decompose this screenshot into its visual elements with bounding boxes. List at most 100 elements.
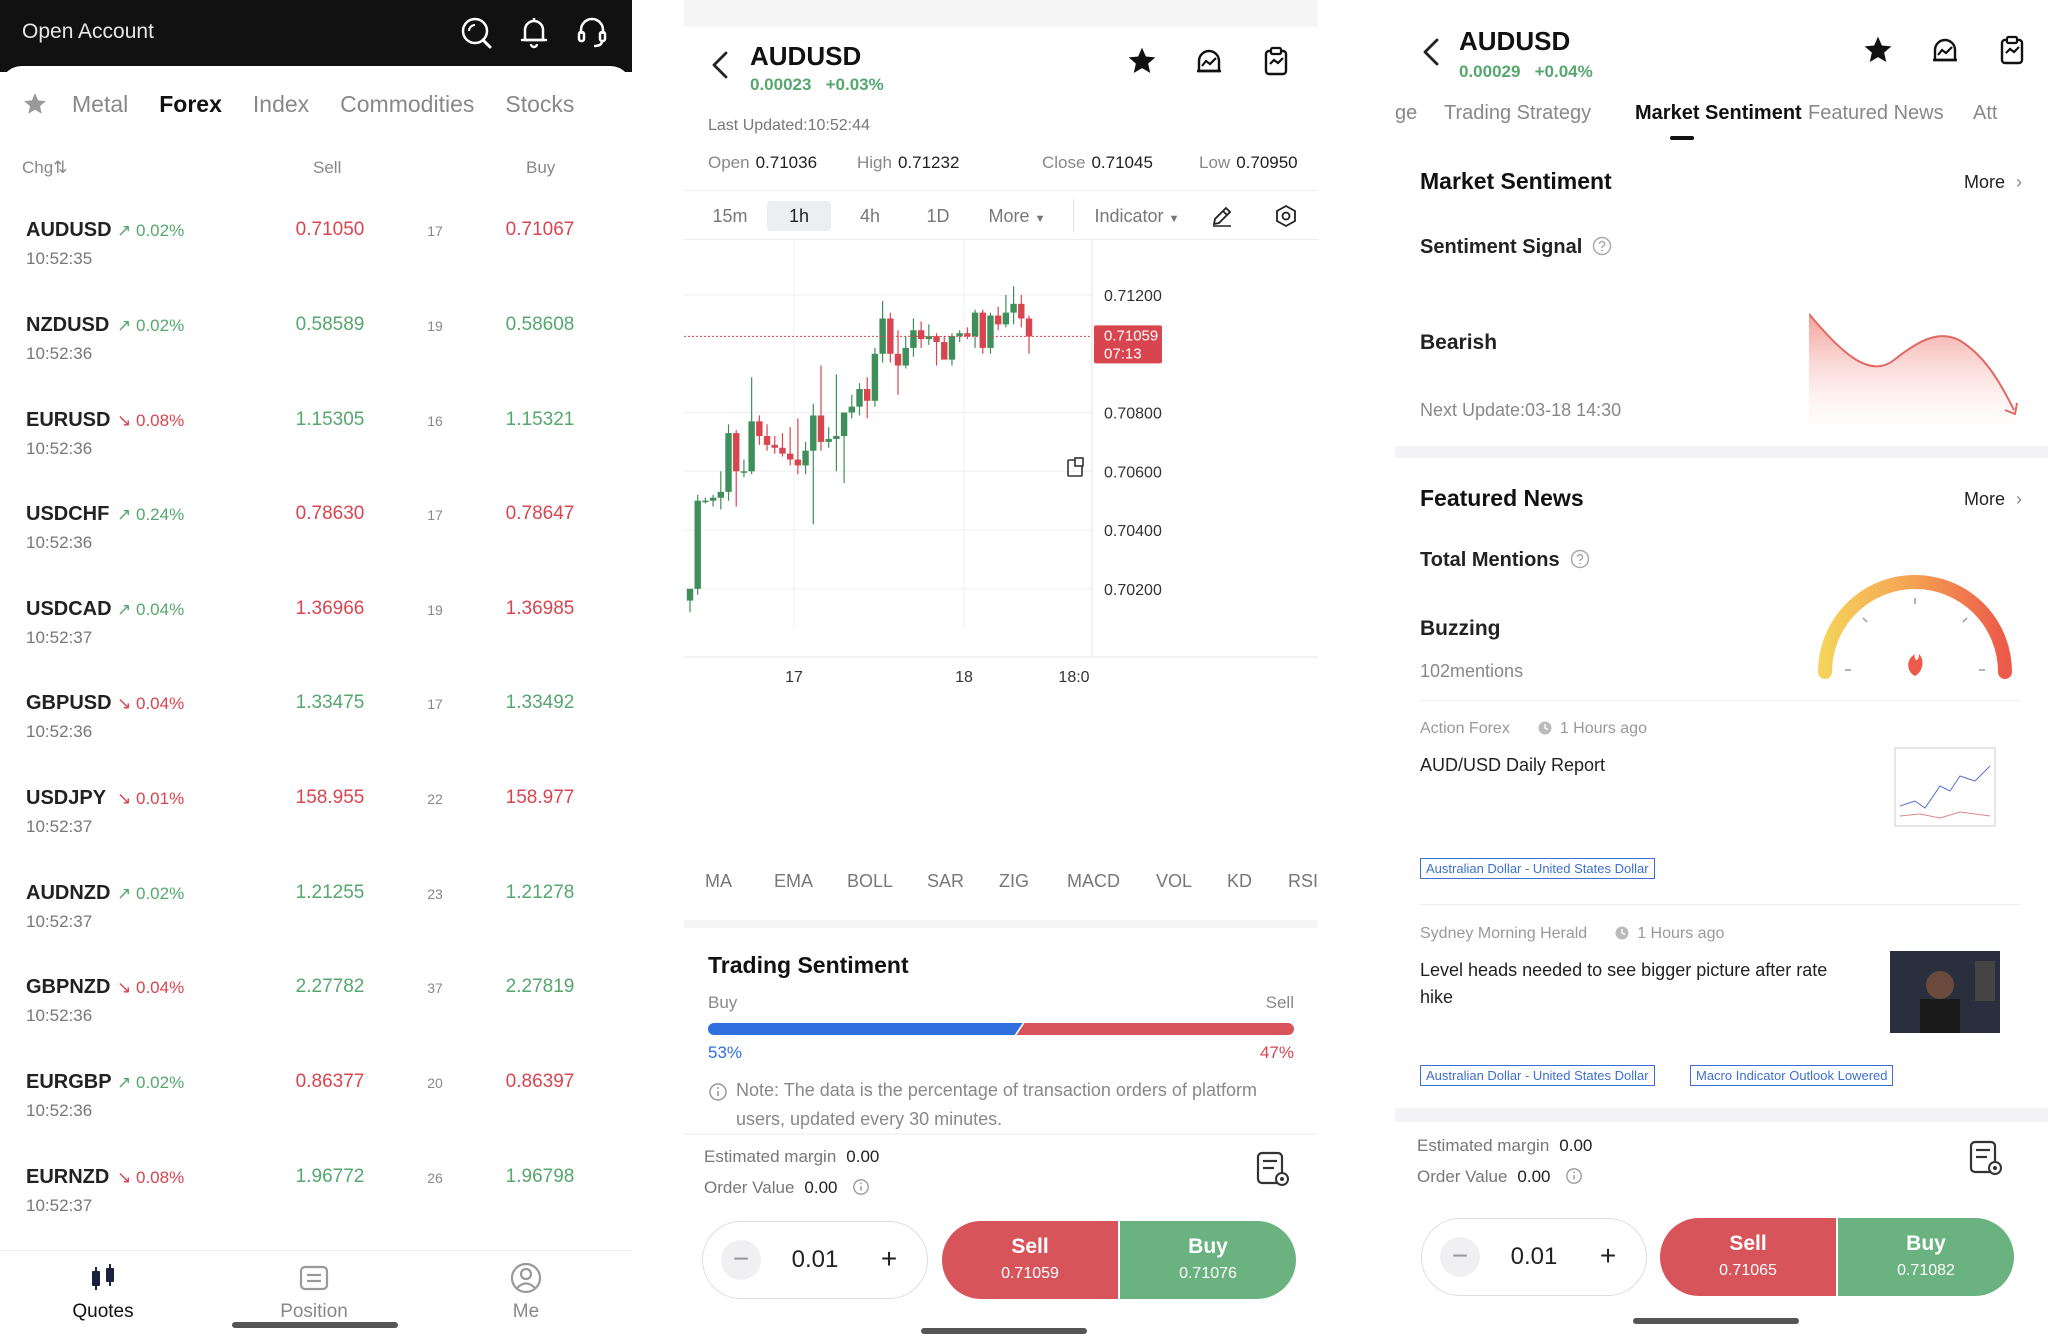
tab-partial-right[interactable]: Att: [1973, 102, 1997, 125]
indicator-boll[interactable]: BOLL: [847, 871, 893, 892]
sell-price[interactable]: 1.33475: [270, 692, 390, 714]
quote-row[interactable]: USDCHF ↗ 0.24% 10:52:36 0.78630 17 0.78647: [0, 489, 632, 584]
headset-icon[interactable]: [574, 14, 610, 50]
tab-partial-left[interactable]: ge: [1395, 102, 1417, 125]
buy-price[interactable]: 1.21278: [480, 882, 600, 904]
tab-trading-strategy[interactable]: Trading Strategy: [1444, 102, 1591, 125]
settings-hexagon-icon[interactable]: [1274, 204, 1298, 228]
sell-price[interactable]: 1.36966: [270, 598, 390, 620]
help-icon[interactable]: [1592, 236, 1612, 256]
buy-price[interactable]: 0.78647: [480, 503, 600, 525]
quote-row[interactable]: EURUSD ↘ 0.08% 10:52:36 1.15305 16 1.15321: [0, 395, 632, 490]
indicator-macd[interactable]: MACD: [1067, 871, 1120, 892]
indicator-rsi[interactable]: RSI: [1288, 871, 1318, 892]
quote-row[interactable]: USDCAD ↗ 0.04% 10:52:37 1.36966 19 1.36985: [0, 584, 632, 679]
buy-price[interactable]: 0.71067: [480, 219, 600, 241]
news-tag[interactable]: Australian Dollar - United States Dollar: [1420, 1065, 1655, 1086]
quote-row[interactable]: AUDNZD ↗ 0.02% 10:52:37 1.21255 23 1.21278: [0, 868, 632, 963]
tab-index[interactable]: Index: [253, 91, 309, 118]
sell-price[interactable]: 0.78630: [270, 503, 390, 525]
tf-more-dropdown[interactable]: More ▼: [972, 201, 1062, 231]
back-chevron-icon[interactable]: [708, 47, 732, 83]
sell-button[interactable]: Sell 0.71059: [942, 1221, 1118, 1299]
buy-price[interactable]: 1.96798: [480, 1166, 600, 1188]
sell-price[interactable]: 1.15305: [270, 409, 390, 431]
quote-row[interactable]: NZDUSD ↗ 0.02% 10:52:36 0.58589 19 0.58608: [0, 300, 632, 395]
indicator-zig[interactable]: ZIG: [999, 871, 1029, 892]
price-alert-icon[interactable]: [1193, 45, 1225, 77]
clipboard-icon[interactable]: [1996, 34, 2028, 66]
price-alert-icon[interactable]: [1929, 34, 1961, 66]
featured-news-more-link[interactable]: More ›: [1964, 489, 2022, 510]
nav-me[interactable]: Me: [476, 1261, 576, 1323]
tab-commodities[interactable]: Commodities: [340, 91, 474, 118]
nav-position[interactable]: Position: [264, 1261, 364, 1323]
tab-forex[interactable]: Forex: [159, 91, 222, 118]
favorite-star-icon[interactable]: [1126, 45, 1158, 77]
quote-row[interactable]: GBPUSD ↘ 0.04% 10:52:36 1.33475 17 1.33492: [0, 678, 632, 773]
draw-pencil-icon[interactable]: [1210, 204, 1234, 228]
sell-price[interactable]: 158.955: [270, 787, 390, 809]
clipboard-icon[interactable]: [1260, 45, 1292, 77]
news-thumbnail[interactable]: [1890, 746, 2000, 828]
tf-4h[interactable]: 4h: [842, 201, 898, 231]
increase-lot-button[interactable]: +: [1588, 1237, 1628, 1277]
buy-button[interactable]: Buy 0.71082: [1838, 1218, 2014, 1296]
news-tag[interactable]: Australian Dollar - United States Dollar: [1420, 858, 1655, 879]
tab-featured-news[interactable]: Featured News: [1808, 102, 1944, 125]
buy-price[interactable]: 0.58608: [480, 314, 600, 336]
buy-price[interactable]: 2.27819: [480, 976, 600, 998]
indicator-ma[interactable]: MA: [705, 871, 732, 892]
buy-price[interactable]: 1.33492: [480, 692, 600, 714]
buy-price[interactable]: 1.15321: [480, 409, 600, 431]
news-thumbnail[interactable]: [1890, 951, 2000, 1033]
open-account-link[interactable]: Open Account: [22, 20, 154, 44]
favorites-star-icon[interactable]: [22, 91, 48, 117]
news-headline[interactable]: Level heads needed to see bigger picture…: [1420, 957, 1860, 1011]
sell-price[interactable]: 0.58589: [270, 314, 390, 336]
indicator-sar[interactable]: SAR: [927, 871, 964, 892]
sell-price[interactable]: 0.71050: [270, 219, 390, 241]
home-indicator[interactable]: [921, 1328, 1087, 1334]
back-chevron-icon[interactable]: [1419, 34, 1443, 70]
tab-metal[interactable]: Metal: [72, 91, 128, 118]
indicator-kd[interactable]: KD: [1227, 871, 1252, 892]
indicator-ema[interactable]: EMA: [774, 871, 813, 892]
news-item[interactable]: Sydney Morning Herald 1 Hours ago Level he…: [1420, 925, 2020, 1105]
search-icon[interactable]: [458, 14, 494, 50]
sell-price[interactable]: 1.96772: [270, 1166, 390, 1188]
chg-sort-header[interactable]: Chg⇅: [22, 158, 67, 178]
quote-row[interactable]: USDJPY ↘ 0.01% 10:52:37 158.955 22 158.977: [0, 773, 632, 868]
favorite-star-icon[interactable]: [1862, 34, 1894, 66]
buy-price[interactable]: 0.86397: [480, 1071, 600, 1093]
market-sentiment-more-link[interactable]: More ›: [1964, 172, 2022, 193]
quote-row[interactable]: AUDUSD ↗ 0.02% 10:52:35 0.71050 17 0.71067: [0, 205, 632, 300]
buy-price[interactable]: 1.36985: [480, 598, 600, 620]
sell-price[interactable]: 1.21255: [270, 882, 390, 904]
quote-row[interactable]: EURGBP ↗ 0.02% 10:52:36 0.86377 20 0.86397: [0, 1057, 632, 1152]
news-headline[interactable]: AUD/USD Daily Report: [1420, 752, 1860, 779]
indicator-vol[interactable]: VOL: [1156, 871, 1192, 892]
quote-row[interactable]: EURNZD ↘ 0.08% 10:52:37 1.96772 26 1.96798: [0, 1152, 632, 1247]
home-indicator[interactable]: [232, 1322, 398, 1328]
buy-price[interactable]: 158.977: [480, 787, 600, 809]
home-indicator[interactable]: [1633, 1318, 1799, 1324]
help-icon[interactable]: [1570, 549, 1590, 569]
order-settings-icon[interactable]: [1252, 1149, 1292, 1189]
news-item[interactable]: Action Forex 1 Hours ago AUD/USD Daily Rep…: [1420, 720, 2020, 900]
sell-price[interactable]: 2.27782: [270, 976, 390, 998]
tab-stocks[interactable]: Stocks: [505, 91, 574, 118]
candlestick-chart[interactable]: 0.71200 0.70800 0.70600 0.70400 0.70200 17 18 1…: [684, 240, 1318, 760]
nav-quotes[interactable]: Quotes: [53, 1261, 153, 1323]
sell-button[interactable]: Sell 0.71065: [1660, 1218, 1836, 1296]
tf-1h[interactable]: 1h: [767, 201, 831, 231]
order-settings-icon[interactable]: [1965, 1138, 2005, 1178]
tf-15m[interactable]: 15m: [702, 201, 758, 231]
indicator-dropdown[interactable]: Indicator ▼: [1082, 201, 1192, 231]
buy-button[interactable]: Buy 0.71076: [1120, 1221, 1296, 1299]
tab-market-sentiment[interactable]: Market Sentiment: [1635, 102, 1802, 125]
increase-lot-button[interactable]: +: [869, 1240, 909, 1280]
sell-price[interactable]: 0.86377: [270, 1071, 390, 1093]
bell-icon[interactable]: [516, 14, 552, 50]
news-tag[interactable]: Macro Indicator Outlook Lowered: [1690, 1065, 1894, 1086]
